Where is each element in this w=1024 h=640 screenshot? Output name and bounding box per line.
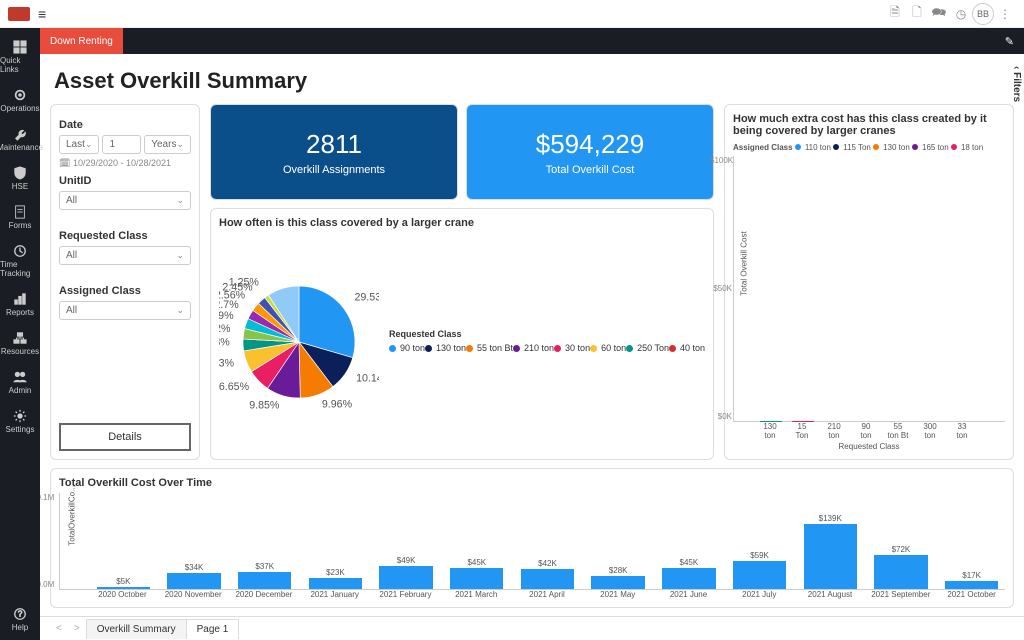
pie-title: How often is this class covered by a lar… — [219, 217, 705, 229]
svg-text:?: ? — [18, 610, 23, 619]
tabs-bar: < > Overkill Summary Page 1 — [40, 616, 1024, 640]
kpi-cost-value: $594,229 — [536, 129, 644, 160]
asg-select[interactable]: All⌄ — [59, 301, 191, 320]
sidebar-item-quicklinks[interactable]: Quick Links — [0, 34, 40, 82]
svg-text:3.38%: 3.38% — [219, 337, 230, 349]
sidebar-item-operations[interactable]: Operations — [0, 82, 40, 121]
sidebar-item-settings[interactable]: Settings — [0, 403, 40, 442]
sidebar-item-admin[interactable]: Admin — [0, 364, 40, 403]
pie-legend: Requested Class 90 ton130 ton55 ton Bt21… — [389, 327, 705, 357]
svg-text:6.33%: 6.33% — [219, 357, 235, 369]
pie-chart-card: How often is this class covered by a lar… — [210, 208, 714, 460]
chat-icon[interactable]: 🗪 — [928, 3, 950, 25]
svg-text:10.14%: 10.14% — [356, 372, 379, 384]
filter-asg-label: Assigned Class — [59, 285, 191, 297]
tab-prev[interactable]: < — [50, 623, 68, 634]
filter-date-label: Date — [59, 119, 191, 131]
page-header: Down Renting ✎ — [40, 28, 1024, 54]
time-chart-card: Total Overkill Cost Over Time TotalOverk… — [50, 468, 1014, 608]
app-logo — [8, 7, 30, 21]
page-icon[interactable]: 🗋 — [906, 3, 928, 25]
svg-text:2.99%: 2.99% — [219, 310, 234, 322]
sidebar: Quick Links Operations Maintenance HSE F… — [0, 28, 40, 640]
bar-title: How much extra cost has this class creat… — [733, 113, 1005, 137]
svg-text:6.65%: 6.65% — [219, 381, 250, 393]
sidebar-item-hse[interactable]: HSE — [0, 160, 40, 199]
kpi-assignments-label: Overkill Assignments — [283, 164, 385, 176]
status-tag: Down Renting — [40, 28, 123, 54]
date-unit-select[interactable]: Years⌄ — [144, 135, 191, 154]
hamburger-icon[interactable]: ≡ — [38, 6, 46, 22]
sidebar-item-forms[interactable]: Forms — [0, 199, 40, 238]
svg-text:9.85%: 9.85% — [249, 400, 280, 412]
filter-req-label: Requested Class — [59, 230, 191, 242]
svg-text:29.53%: 29.53% — [354, 291, 379, 303]
req-select[interactable]: All⌄ — [59, 246, 191, 265]
date-range-text: 🗓 10/29/2020 - 10/28/2021 — [59, 158, 191, 169]
time-chart: TotalOverkillCo... $0.1M$0.0M $5K$34K$37… — [59, 493, 1005, 590]
stacked-chart: Total Overkill Cost $100K$50K$0K — [733, 156, 1005, 422]
svg-text:1.25%: 1.25% — [229, 276, 260, 288]
svg-text:3.02%: 3.02% — [219, 323, 231, 335]
filters-rail[interactable]: ‹ Filters — [1009, 62, 1024, 106]
pie-chart: 29.53% 10.14% 9.96% 9.85% 6.65% 6.33% 3.38% 3.0… — [219, 262, 379, 422]
unit-select[interactable]: All⌄ — [59, 191, 191, 210]
edit-icon[interactable]: ✎ — [995, 35, 1024, 48]
clock-icon[interactable]: ◷ — [950, 3, 972, 25]
avatar[interactable]: BB — [972, 3, 994, 25]
kpi-cost-label: Total Overkill Cost — [546, 164, 635, 176]
page-title: Asset Overkill Summary — [54, 68, 1014, 94]
time-title: Total Overkill Cost Over Time — [59, 477, 1005, 489]
details-button[interactable]: Details — [59, 423, 191, 451]
doc-icon[interactable]: 🗎 — [884, 3, 906, 25]
date-n-select[interactable]: 1 — [102, 135, 141, 154]
filter-panel: Date Last⌄ 1 Years⌄ 🗓 10/29/2020 - 10/28… — [50, 104, 200, 460]
sidebar-item-resources[interactable]: Resources — [0, 325, 40, 364]
kpi-assignments: 2811 Overkill Assignments — [210, 104, 458, 200]
topbar: ≡ 🗎 🗋 🗪 ◷ BB ⋮ — [0, 0, 1024, 28]
kpi-cost: $594,229 Total Overkill Cost — [466, 104, 714, 200]
sidebar-item-reports[interactable]: Reports — [0, 286, 40, 325]
date-last-select[interactable]: Last⌄ — [59, 135, 99, 154]
tab-next[interactable]: > — [68, 623, 86, 634]
sidebar-item-maintenance[interactable]: Maintenance — [0, 121, 40, 160]
sidebar-item-timetracking[interactable]: Time Tracking — [0, 238, 40, 286]
stacked-bar-card: How much extra cost has this class creat… — [724, 104, 1014, 460]
tab-page1[interactable]: Page 1 — [186, 619, 240, 639]
bar-legend: Assigned Class 110 ton 115 Ton 130 ton 1… — [733, 143, 1005, 152]
tab-overkill[interactable]: Overkill Summary — [86, 619, 187, 639]
filter-unit-label: UnitID — [59, 175, 191, 187]
more-icon[interactable]: ⋮ — [994, 3, 1016, 25]
kpi-assignments-value: 2811 — [306, 129, 362, 160]
svg-text:9.96%: 9.96% — [322, 398, 353, 410]
sidebar-item-help[interactable]: ?Help — [0, 601, 40, 640]
